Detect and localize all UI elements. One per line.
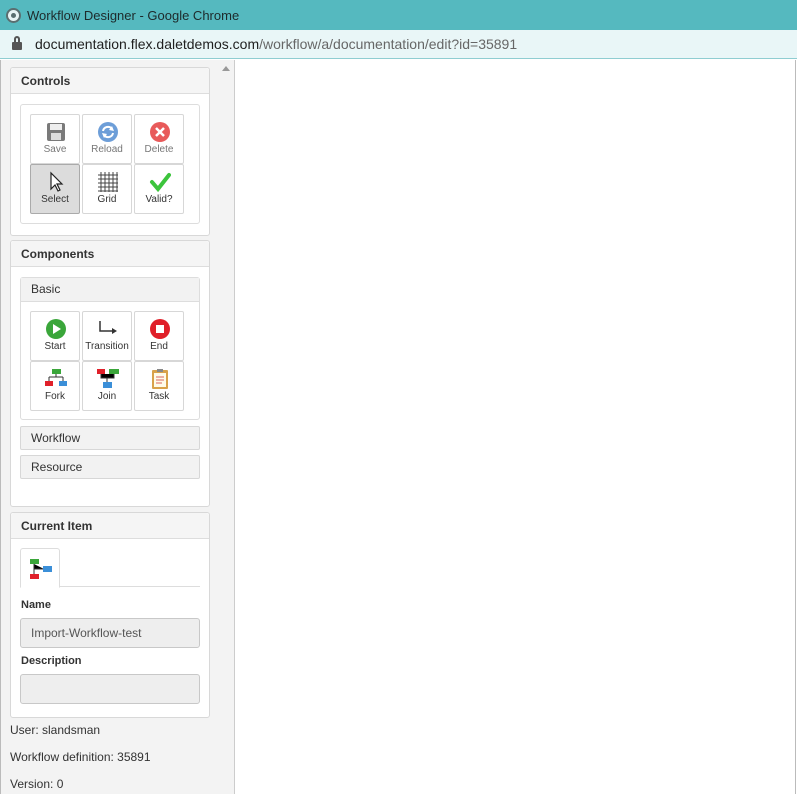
resource-section-header[interactable]: Resource [20,455,200,479]
end-label: End [150,341,168,352]
task-component-button[interactable]: Task [134,361,184,411]
url-path: /workflow/a/documentation/edit?id=35891 [259,36,518,52]
transition-component-button[interactable]: Transition [82,311,132,361]
workflow-definition-info: Workflow definition: 35891 [10,750,151,764]
grid-icon [98,172,118,192]
select-button[interactable]: Select [30,164,80,214]
resource-section-label: Resource [31,460,83,474]
end-component-button[interactable]: End [134,311,184,361]
workflow-icon [30,559,52,579]
select-label: Select [41,194,69,205]
user-info: User: slandsman [10,723,101,737]
current-item-tabs [20,548,200,588]
description-label: Description [21,655,82,667]
sidebar: Controls Save Reload Delete Select Grid … [0,60,218,794]
clipboard-icon [152,369,168,389]
workflow-canvas[interactable] [236,60,796,794]
grid-button[interactable]: Grid [82,164,132,214]
fork-component-button[interactable]: Fork [30,361,80,411]
lock-icon [12,35,22,51]
validate-label: Valid? [145,194,173,205]
url-domain: documentation.flex.daletdemos.com [35,36,260,52]
window-title: Workflow Designer - Google Chrome [27,7,240,23]
cursor-icon [50,171,64,192]
transition-label: Transition [85,341,129,352]
save-button[interactable]: Save [30,114,80,164]
task-label: Task [148,391,170,402]
reload-label: Reload [91,144,123,155]
current-item-tab[interactable] [20,548,60,588]
reload-button[interactable]: Reload [82,114,132,164]
delete-icon [150,122,170,142]
name-field[interactable]: Import-Workflow-test [20,618,200,648]
validate-button[interactable]: Valid? [134,164,184,214]
version-info: Version: 0 [10,777,64,791]
delete-label: Delete [144,144,174,155]
fork-icon [45,369,67,386]
basic-label: Basic [31,282,61,296]
join-label: Join [97,391,117,402]
transition-arrow-icon [99,321,117,334]
delete-button[interactable]: Delete [134,114,184,164]
components-panel: Components Basic Start Transition End Fo… [10,240,210,507]
current-item-header: Current Item [11,513,209,539]
fork-label: Fork [45,391,65,402]
address-bar[interactable]: documentation.flex.daletdemos.com/workfl… [0,30,797,59]
join-component-button[interactable]: Join [82,361,132,411]
name-label: Name [21,599,51,611]
browser-title-bar: Workflow Designer - Google Chrome [0,0,797,30]
basic-section-header[interactable]: Basic [21,278,199,302]
checkmark-icon [150,173,171,193]
sidebar-scrollbar[interactable] [218,60,235,794]
start-component-button[interactable]: Start [30,311,80,361]
basic-section: Basic Start Transition End Fork Join Tas… [20,277,200,420]
description-field[interactable] [20,674,200,704]
controls-header: Controls [11,68,209,94]
workflow-section-header[interactable]: Workflow [20,426,200,450]
components-header: Components [11,241,209,267]
scroll-up-arrow-icon[interactable] [222,66,230,71]
controls-panel: Controls Save Reload Delete Select Grid … [10,67,210,236]
current-item-panel: Current Item Name Import-Workflow-test D… [10,512,210,718]
join-icon [97,369,119,388]
controls-toolbox: Save Reload Delete Select Grid Valid? [20,104,200,224]
play-icon [46,319,66,339]
start-label: Start [44,341,66,352]
grid-label: Grid [97,194,117,205]
workflow-section-label: Workflow [31,431,81,445]
reload-icon [98,122,118,142]
save-label: Save [43,144,67,155]
chrome-icon [6,7,21,23]
stop-icon [150,319,170,339]
save-icon [47,123,65,141]
